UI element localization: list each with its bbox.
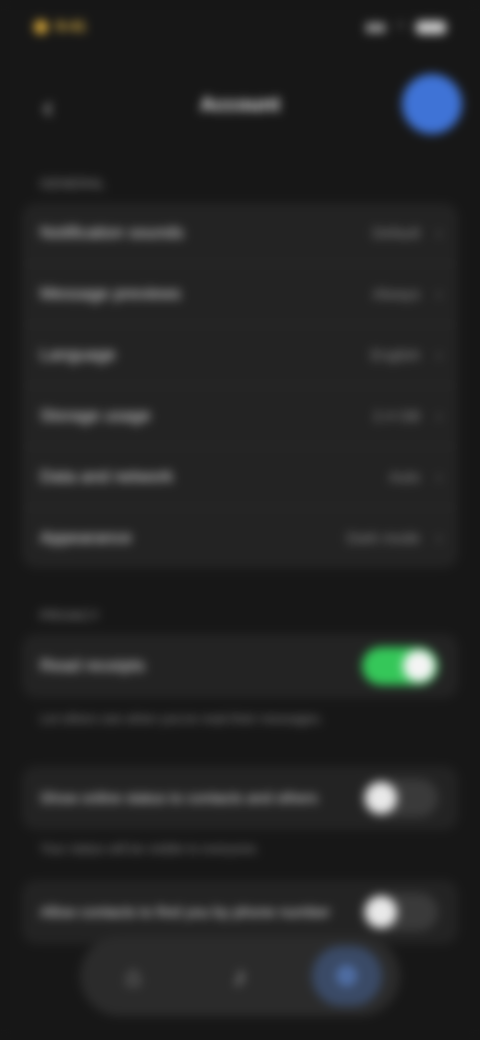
row-value: Default bbox=[372, 224, 420, 242]
status-time: 9:41 bbox=[56, 18, 87, 35]
nav-bar: ‹ Account bbox=[0, 60, 480, 160]
privacy-footnote: Let others see when you've read their me… bbox=[40, 711, 323, 726]
list-item[interactable]: Language English › bbox=[22, 325, 458, 386]
home-icon: ⌂ bbox=[125, 960, 142, 991]
avatar[interactable] bbox=[402, 74, 462, 134]
row-value: 2.4 GB bbox=[373, 407, 420, 425]
status-bar: 9:41 ▮▮▮ ◠ bbox=[0, 0, 480, 60]
list-item[interactable]: Data and network Auto › bbox=[22, 447, 458, 508]
row-value: Dark mode bbox=[346, 529, 420, 547]
online-status-group: Show online status to contacts and other… bbox=[22, 766, 458, 830]
find-by-phone-toggle[interactable] bbox=[362, 893, 438, 931]
row-label: Storage usage bbox=[40, 406, 151, 425]
row-label: Show online status to contacts and other… bbox=[40, 789, 318, 807]
toggle-knob bbox=[365, 782, 397, 814]
screen: 9:41 ▮▮▮ ◠ ‹ Account GENERAL Notificatio… bbox=[0, 0, 480, 1040]
toggle-row: Allow contacts to find you by phone numb… bbox=[22, 880, 458, 944]
tab-bar: ⌂ ♪ ⚙ bbox=[80, 936, 400, 1016]
list-item[interactable]: Message previews Always › bbox=[22, 264, 458, 325]
clock-icon bbox=[34, 19, 48, 34]
toggle-knob bbox=[365, 896, 397, 928]
list-item[interactable]: Appearance Dark mode › bbox=[22, 508, 458, 568]
chevron-right-icon: › bbox=[436, 222, 442, 243]
online-status-toggle[interactable] bbox=[362, 779, 438, 817]
row-label: Language bbox=[40, 345, 116, 364]
settings-icon: ⚙ bbox=[334, 960, 359, 991]
section-label-privacy: PRIVACY bbox=[40, 608, 100, 623]
chevron-right-icon: › bbox=[436, 466, 442, 487]
signal-icon: ▮▮▮ bbox=[365, 20, 386, 34]
row-value: English bbox=[370, 346, 420, 364]
toggle-row: Read receipts bbox=[22, 634, 458, 698]
row-value: Always bbox=[372, 285, 420, 303]
toggle-row: Show online status to contacts and other… bbox=[22, 766, 458, 830]
read-receipts-toggle[interactable] bbox=[362, 647, 438, 685]
status-time-group: 9:41 bbox=[34, 18, 86, 35]
list-item[interactable]: Notification sounds Default › bbox=[22, 203, 458, 264]
wifi-icon: ◠ bbox=[395, 20, 406, 34]
tab-settings[interactable]: ⚙ bbox=[311, 946, 382, 1006]
chevron-right-icon: › bbox=[436, 527, 442, 548]
battery-icon bbox=[416, 20, 446, 34]
row-label: Appearance bbox=[40, 528, 132, 547]
row-label: Read receipts bbox=[40, 656, 145, 675]
tab-home[interactable]: ⌂ bbox=[98, 946, 168, 1006]
list-item[interactable]: Storage usage 2.4 GB › bbox=[22, 386, 458, 447]
row-label: Data and network bbox=[40, 467, 174, 486]
chevron-right-icon: › bbox=[436, 344, 442, 365]
chevron-right-icon: › bbox=[436, 283, 442, 304]
bell-icon: ♪ bbox=[233, 960, 247, 991]
row-value: Auto bbox=[389, 468, 420, 486]
toggle-knob bbox=[403, 650, 435, 682]
tab-notifications[interactable]: ♪ bbox=[205, 946, 275, 1006]
row-label: Allow contacts to find you by phone numb… bbox=[40, 903, 331, 921]
status-icons: ▮▮▮ ◠ bbox=[366, 20, 446, 34]
general-group: Notification sounds Default › Message pr… bbox=[22, 203, 458, 568]
section-label-general: GENERAL bbox=[40, 176, 106, 191]
chevron-right-icon: › bbox=[436, 405, 442, 426]
row-label: Message previews bbox=[40, 284, 181, 303]
row-label: Notification sounds bbox=[40, 223, 184, 242]
find-by-phone-group: Allow contacts to find you by phone numb… bbox=[22, 880, 458, 944]
privacy-group: Read receipts bbox=[22, 634, 458, 698]
online-status-footnote: Your status will be visible to everyone. bbox=[40, 841, 260, 856]
